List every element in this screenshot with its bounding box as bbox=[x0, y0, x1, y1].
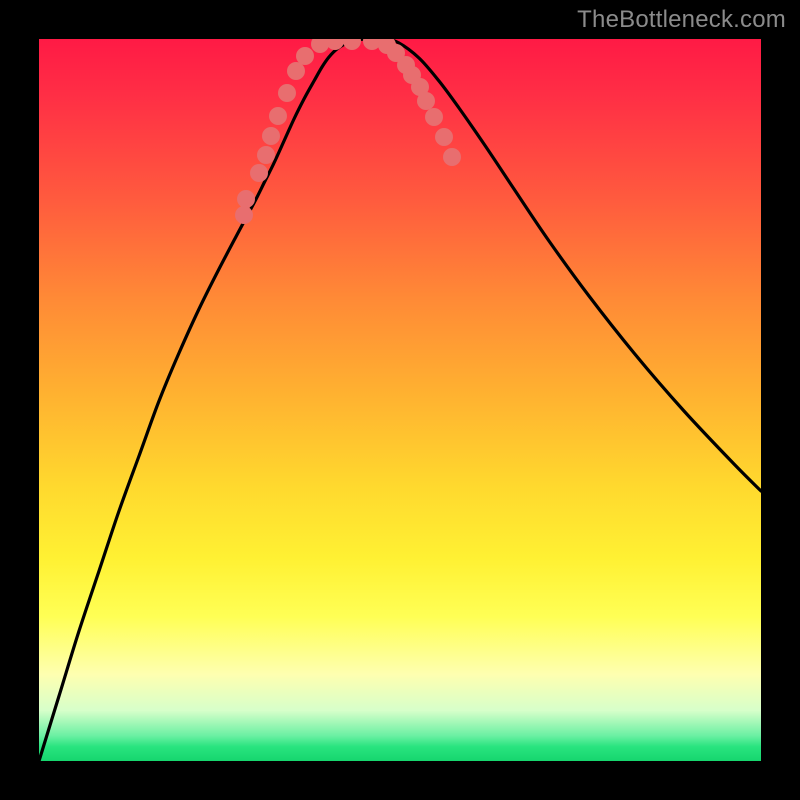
scatter-point bbox=[443, 148, 461, 166]
scatter-point bbox=[269, 107, 287, 125]
scatter-point bbox=[343, 39, 361, 50]
scatter-point bbox=[257, 146, 275, 164]
scatter-point bbox=[262, 127, 280, 145]
scatter-point bbox=[278, 84, 296, 102]
scatter-point bbox=[417, 92, 435, 110]
scatter-point bbox=[326, 39, 344, 50]
plot-area bbox=[39, 39, 761, 761]
scatter-point bbox=[237, 190, 255, 208]
scatter-point bbox=[235, 206, 253, 224]
chart-frame: TheBottleneck.com bbox=[0, 0, 800, 800]
scatter-point bbox=[435, 128, 453, 146]
bottleneck-curve bbox=[39, 39, 761, 761]
scatter-point bbox=[250, 164, 268, 182]
scatter-point bbox=[296, 47, 314, 65]
chart-svg bbox=[39, 39, 761, 761]
scatter-point bbox=[425, 108, 443, 126]
watermark-text: TheBottleneck.com bbox=[577, 6, 786, 34]
scatter-point bbox=[287, 62, 305, 80]
